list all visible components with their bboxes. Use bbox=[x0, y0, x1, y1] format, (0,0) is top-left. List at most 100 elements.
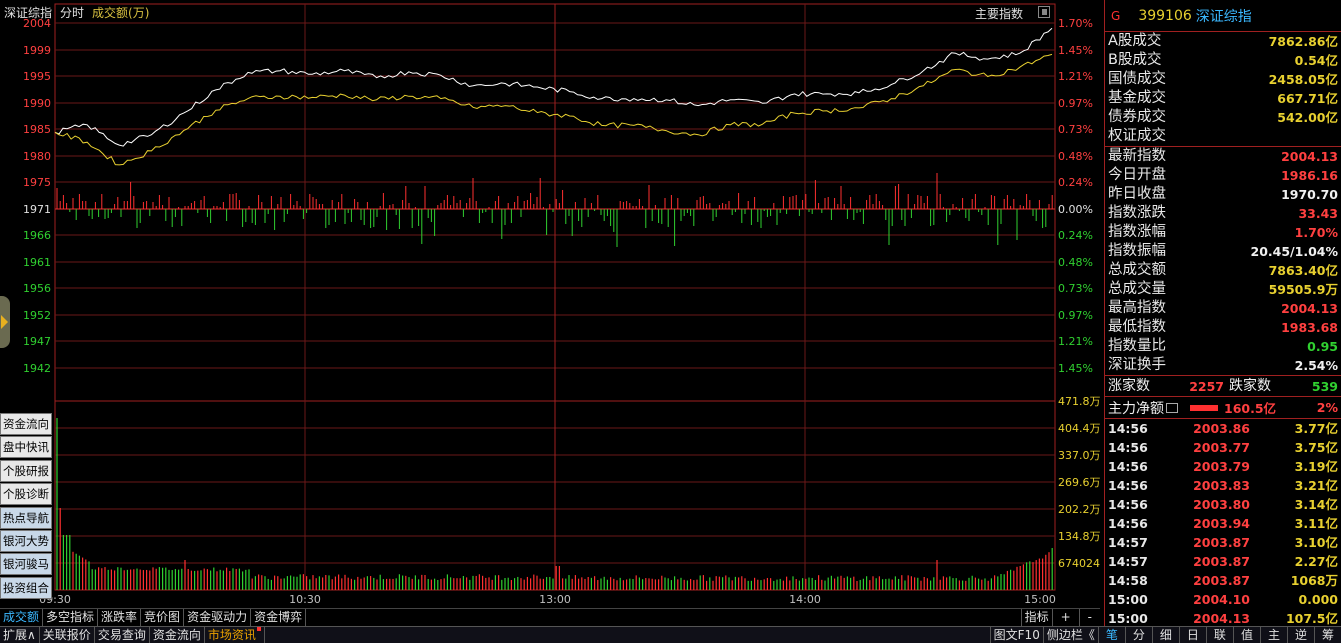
stat-value: 2.54% bbox=[1294, 358, 1338, 373]
tick-row: 14:56 2003.83 3.21亿 bbox=[1105, 476, 1341, 495]
price-tick-label: 1999 bbox=[23, 44, 51, 57]
f10-button[interactable]: 图文F10 bbox=[989, 627, 1043, 643]
tick-list[interactable]: 14:56 2003.86 3.77亿 14:56 2003.77 3.75亿 14:56 2… bbox=[1105, 419, 1341, 628]
volume-tick-label: 337.0万 bbox=[1058, 449, 1100, 462]
turnover-label: 基金成交 bbox=[1108, 90, 1166, 106]
turnover-row: 基金成交 667.71亿 bbox=[1105, 89, 1341, 108]
daily-tab[interactable]: 日 bbox=[1178, 627, 1206, 643]
index-stats-list: 最新指数 2004.13 今日开盘 1986.16 昨日收盘 1970.70 指数涨跌 33.… bbox=[1105, 147, 1341, 376]
bottom-toolbar: 扩展∧ 关联报价 交易查询 资金流向 市场资讯 图文F10 侧边栏《 笔 分 细… bbox=[0, 626, 1341, 643]
zoom-in-button[interactable]: + bbox=[1051, 609, 1079, 626]
link-tab[interactable]: 联 bbox=[1205, 627, 1233, 643]
side-button-portfolio[interactable]: 投资组合 bbox=[0, 576, 52, 599]
time-tick-label: 13:00 bbox=[539, 593, 571, 606]
tick-row: 14:56 2003.86 3.77亿 bbox=[1105, 419, 1341, 438]
main-tab[interactable]: 主 bbox=[1259, 627, 1287, 643]
side-button-diagnosis[interactable]: 个股诊断 bbox=[0, 483, 52, 506]
volume-tick-label: 134.8万 bbox=[1058, 530, 1100, 543]
turnover-row: 权证成交 bbox=[1105, 127, 1341, 146]
side-button-fund-flow[interactable]: 资金流向 bbox=[0, 413, 52, 435]
side-button-research[interactable]: 个股研报 bbox=[0, 459, 52, 482]
down-count-label: 跌家数 bbox=[1229, 378, 1271, 394]
side-button-hot-nav[interactable]: 热点导航 bbox=[0, 506, 52, 529]
tab-advance-ratio[interactable]: 涨跌率 bbox=[98, 609, 142, 626]
related-quotes-button[interactable]: 关联报价 bbox=[40, 627, 95, 643]
intraday-chart[interactable]: 2004 1.70%1999 1.45%1995 1.21%1990 0.97%1985… bbox=[0, 0, 1100, 608]
turnover-label: 债券成交 bbox=[1108, 109, 1166, 125]
tick-row: 14:56 2003.94 3.11亿 bbox=[1105, 514, 1341, 533]
tick-price: 2004.10 bbox=[1193, 592, 1250, 607]
stat-row: 指数涨跌 33.43 bbox=[1105, 204, 1341, 223]
reverse-tab[interactable]: 逆 bbox=[1286, 627, 1314, 643]
tab-turnover[interactable]: 成交额 bbox=[0, 609, 44, 626]
stat-label: 总成交量 bbox=[1108, 281, 1166, 297]
tick-price: 2003.79 bbox=[1193, 459, 1250, 474]
turnover-list: A股成交 7862.86亿 B股成交 0.54亿 国债成交 2458.05亿 基金成交 667… bbox=[1105, 32, 1341, 147]
period-label[interactable]: 分时 bbox=[60, 4, 84, 22]
expand-button[interactable]: 扩展∧ bbox=[0, 627, 40, 643]
tick-price: 2003.86 bbox=[1193, 421, 1250, 436]
stat-row: 最新指数 2004.13 bbox=[1105, 147, 1341, 166]
tab-auction[interactable]: 竞价图 bbox=[141, 609, 185, 626]
indicator-button[interactable]: 指标 bbox=[1020, 609, 1052, 626]
tick-tab[interactable]: 笔 bbox=[1097, 627, 1125, 643]
price-tick-label: 1956 bbox=[23, 282, 51, 295]
stat-row: 最低指数 1983.68 bbox=[1105, 318, 1341, 337]
time-tick-label: 10:30 bbox=[289, 593, 321, 606]
trade-query-button[interactable]: 交易查询 bbox=[95, 627, 150, 643]
stat-value: 0.95 bbox=[1307, 339, 1338, 354]
volume-label[interactable]: 成交额(万) bbox=[92, 4, 149, 22]
price-tick-label: 1980 bbox=[23, 150, 51, 163]
turnover-row: 债券成交 542.00亿 bbox=[1105, 108, 1341, 127]
price-tick-label: 1947 bbox=[23, 335, 51, 348]
detail-tab[interactable]: 细 bbox=[1151, 627, 1179, 643]
zoom-out-button[interactable]: - bbox=[1078, 609, 1100, 626]
stat-label: 今日开盘 bbox=[1108, 167, 1166, 183]
stat-label: 最新指数 bbox=[1108, 148, 1166, 164]
minute-tab[interactable]: 分 bbox=[1124, 627, 1152, 643]
volume-tick-label: 674024 bbox=[1058, 557, 1100, 570]
tick-amount: 3.14亿 bbox=[1294, 497, 1338, 512]
list-icon[interactable] bbox=[1166, 402, 1178, 413]
market-news-button[interactable]: 市场资讯 bbox=[205, 627, 265, 643]
tick-time: 14:57 bbox=[1108, 535, 1148, 550]
turnover-label: B股成交 bbox=[1108, 52, 1162, 68]
tick-time: 14:58 bbox=[1108, 573, 1148, 588]
turnover-value: 542.00亿 bbox=[1277, 110, 1338, 125]
notification-dot-icon bbox=[256, 627, 261, 631]
stat-label: 最低指数 bbox=[1108, 319, 1166, 335]
chip-tab[interactable]: 筹 bbox=[1313, 627, 1341, 643]
stat-value: 2004.13 bbox=[1281, 301, 1338, 316]
stat-value: 1986.16 bbox=[1281, 168, 1338, 183]
tick-row: 14:56 2003.77 3.75亿 bbox=[1105, 438, 1341, 457]
side-button-market-trend[interactable]: 银河大势 bbox=[0, 529, 52, 552]
tick-time: 14:57 bbox=[1108, 554, 1148, 569]
tab-long-short[interactable]: 多空指标 bbox=[43, 609, 99, 626]
panel-toggle-icon[interactable] bbox=[1038, 6, 1050, 18]
pct-tick-label: 1.21% bbox=[1058, 335, 1093, 348]
expand-left-icon[interactable] bbox=[0, 296, 10, 348]
side-button-stock-pick[interactable]: 银河骏马 bbox=[0, 553, 52, 576]
tick-time: 14:56 bbox=[1108, 478, 1148, 493]
tick-row: 14:57 2003.87 3.10亿 bbox=[1105, 533, 1341, 552]
value-tab[interactable]: 值 bbox=[1232, 627, 1260, 643]
stat-label: 最高指数 bbox=[1108, 300, 1166, 316]
tick-price: 2003.87 bbox=[1193, 554, 1250, 569]
main-index-button[interactable]: 主要指数 bbox=[975, 5, 1023, 22]
side-button-news[interactable]: 盘中快讯 bbox=[0, 436, 52, 459]
index-line bbox=[54, 27, 1053, 147]
stat-row: 指数振幅 20.45/1.04% bbox=[1105, 242, 1341, 261]
stat-value: 1983.68 bbox=[1281, 320, 1338, 335]
stat-label: 指数量比 bbox=[1108, 338, 1166, 354]
intraday-chart-area[interactable]: 2004 1.70% 1999 1.45% 1995 1.21% 1990 0.97% 1985… bbox=[0, 0, 1100, 626]
tab-fund-drive[interactable]: 资金驱动力 bbox=[184, 609, 252, 626]
fund-flow-button[interactable]: 资金流向 bbox=[150, 627, 205, 643]
pct-tick-label: 0.48% bbox=[1058, 256, 1093, 269]
tick-amount: 0.000 bbox=[1298, 592, 1338, 607]
sidebar-toggle-button[interactable]: 侧边栏《 bbox=[1042, 627, 1098, 643]
tab-fund-game[interactable]: 资金博弈 bbox=[251, 609, 307, 626]
stat-value: 20.45/1.04% bbox=[1250, 244, 1338, 259]
tick-price: 2003.87 bbox=[1193, 535, 1250, 550]
tick-amount: 3.75亿 bbox=[1294, 440, 1338, 455]
price-tick-label: 1990 bbox=[23, 97, 51, 110]
